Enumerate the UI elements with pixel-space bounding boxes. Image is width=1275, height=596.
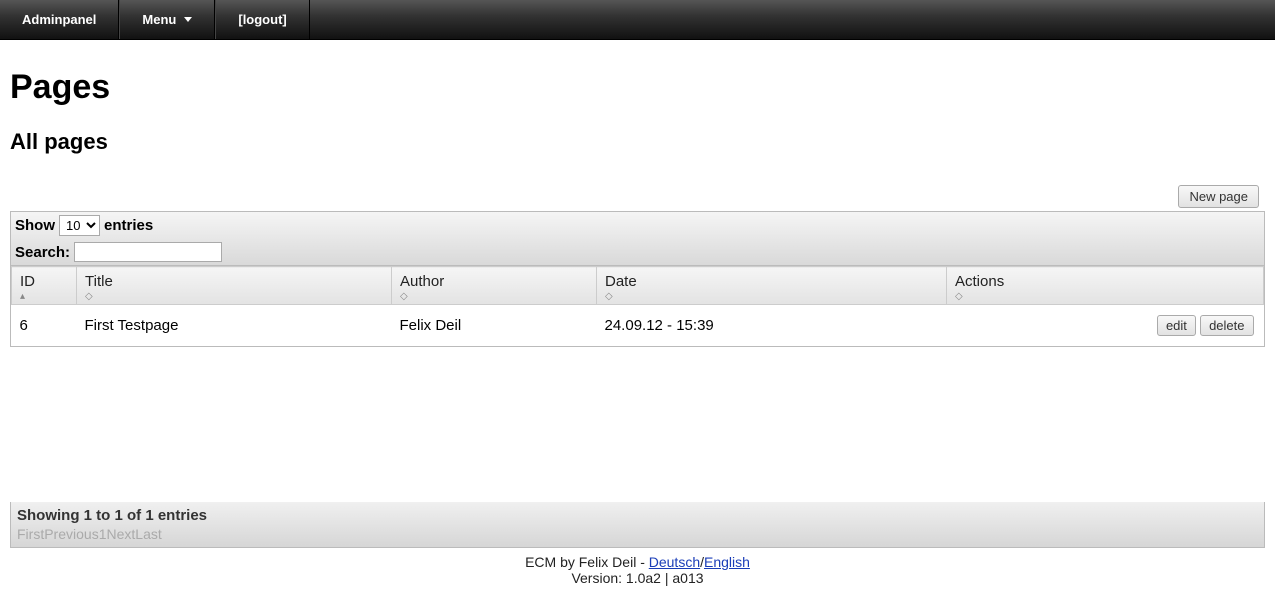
page-first[interactable]: First xyxy=(17,526,44,542)
credits: ECM by Felix Deil - Deutsch/English Vers… xyxy=(10,554,1265,586)
col-title-label: Title xyxy=(85,273,113,290)
sort-icon: ◇ xyxy=(85,292,383,302)
show-suffix: entries xyxy=(104,217,153,234)
nav-adminpanel-label: Adminpanel xyxy=(22,12,96,27)
nav-menu[interactable]: Menu xyxy=(119,0,215,39)
search-control: Search: xyxy=(11,239,1264,265)
lang-english-link[interactable]: English xyxy=(704,554,750,570)
cell-author: Felix Deil xyxy=(392,305,597,347)
col-date-label: Date xyxy=(605,273,637,290)
new-page-button[interactable]: New page xyxy=(1178,185,1259,208)
credits-version: Version: 1.0a2 | a013 xyxy=(10,570,1265,586)
sort-icon: ◇ xyxy=(400,292,588,302)
nav-logout[interactable]: [logout] xyxy=(215,0,309,39)
credits-prefix: ECM by Felix Deil - xyxy=(525,554,649,570)
lang-deutsch-link[interactable]: Deutsch xyxy=(649,554,700,570)
search-input[interactable] xyxy=(74,242,222,262)
page-title: Pages xyxy=(10,68,1265,107)
table-footer: Showing 1 to 1 of 1 entries FirstPreviou… xyxy=(10,502,1265,548)
col-title[interactable]: Title ◇ xyxy=(77,267,392,305)
edit-button[interactable]: edit xyxy=(1157,315,1196,336)
show-prefix: Show xyxy=(15,217,55,234)
table-info: Showing 1 to 1 of 1 entries xyxy=(17,507,1258,524)
delete-button[interactable]: delete xyxy=(1200,315,1253,336)
credits-line1: ECM by Felix Deil - Deutsch/English xyxy=(10,554,1265,570)
cell-date: 24.09.12 - 15:39 xyxy=(597,305,947,347)
col-author-label: Author xyxy=(400,273,444,290)
toolbar: New page xyxy=(10,185,1265,208)
col-id[interactable]: ID ▴ xyxy=(12,267,77,305)
table-row: 6 First Testpage Felix Deil 24.09.12 - 1… xyxy=(12,305,1264,347)
nav-logout-label: [logout] xyxy=(238,12,286,27)
col-actions-label: Actions xyxy=(955,273,1004,290)
cell-actions: edit delete xyxy=(947,305,1264,347)
pages-table: ID ▴ Title ◇ Author ◇ Date ◇ xyxy=(11,266,1264,346)
sort-icon: ◇ xyxy=(955,292,1255,302)
col-actions[interactable]: Actions ◇ xyxy=(947,267,1264,305)
col-date[interactable]: Date ◇ xyxy=(597,267,947,305)
table-header-row: ID ▴ Title ◇ Author ◇ Date ◇ xyxy=(12,267,1264,305)
table-container: Show 10 entries Search: ID ▴ T xyxy=(10,211,1265,347)
sub-title: All pages xyxy=(10,129,1265,155)
page-last[interactable]: Last xyxy=(135,526,161,542)
pagination: FirstPrevious1NextLast xyxy=(17,526,1258,542)
sort-icon: ▴ xyxy=(20,292,68,302)
nav-adminpanel[interactable]: Adminpanel xyxy=(0,0,119,39)
entries-select[interactable]: 10 xyxy=(59,215,100,236)
table-controls: Show 10 entries Search: xyxy=(11,212,1264,266)
page-previous[interactable]: Previous xyxy=(44,526,98,542)
cell-title: First Testpage xyxy=(77,305,392,347)
sort-icon: ◇ xyxy=(605,292,938,302)
col-id-label: ID xyxy=(20,273,35,290)
topbar: Adminpanel Menu [logout] xyxy=(0,0,1275,40)
page-next[interactable]: Next xyxy=(106,526,135,542)
nav-menu-label: Menu xyxy=(142,12,176,27)
search-label: Search: xyxy=(15,244,70,261)
chevron-down-icon xyxy=(184,17,192,22)
cell-id: 6 xyxy=(12,305,77,347)
length-control: Show 10 entries xyxy=(11,212,1264,239)
col-author[interactable]: Author ◇ xyxy=(392,267,597,305)
